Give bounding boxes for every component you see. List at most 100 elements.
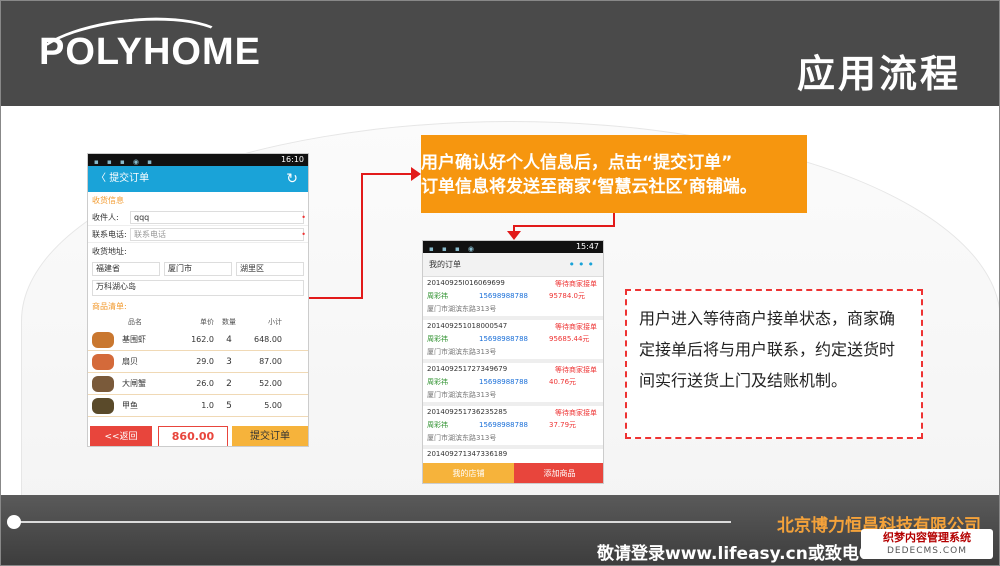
callout-line-1: 用户确认好个人信息后，点击“提交订单” — [421, 153, 733, 173]
slide-title: 应用流程 — [796, 52, 961, 96]
bottom-tabs: 我的店铺 添加商品 — [423, 463, 603, 483]
turtle-image — [92, 397, 114, 414]
nav-bar: 我的订单 ••• — [423, 253, 603, 277]
order-address: 厦门市湖滨东路313号 — [427, 305, 497, 313]
logo: POLYHOME — [39, 31, 261, 73]
receiver-input[interactable]: qqq — [130, 210, 304, 224]
watermark-line-1: 织梦内容管理系统 — [883, 531, 971, 544]
product-name: 大闸蟹 — [122, 379, 146, 388]
product-row[interactable]: 扇贝 29.0 3 87.00 — [88, 351, 308, 373]
product-qty: 4 — [226, 334, 232, 345]
address-label: 收货地址: — [92, 247, 127, 256]
address-label-row: 收货地址: — [88, 243, 308, 260]
instruction-callout: 用户确认好个人信息后，点击“提交订单” 订单信息将发送至商家‘智慧云社区’商铺端… — [421, 135, 807, 213]
product-price: 1.0 — [201, 401, 214, 410]
required-mark: • — [301, 212, 306, 222]
more-dots-icon[interactable]: ••• — [569, 253, 597, 277]
product-row[interactable]: 基围虾 162.0 4 648.00 — [88, 329, 308, 351]
customer-name: 周彩祎 — [427, 292, 448, 300]
customer-name: 周彩祎 — [427, 335, 448, 343]
product-subtotal: 5.00 — [264, 401, 282, 410]
refresh-icon[interactable]: ↻ — [286, 166, 298, 192]
back-button[interactable]: <<返回 — [90, 426, 152, 446]
product-name: 甲鱼 — [122, 401, 138, 410]
order-address: 厦门市湖滨东路313号 — [427, 434, 497, 442]
product-price: 29.0 — [196, 357, 214, 366]
order-amount: 95784.0元 — [549, 292, 585, 300]
receiver-label: 收件人: — [92, 212, 119, 222]
order-item[interactable]: 20140925I016069699 等待商家接单 周彩祎 1569898878… — [423, 277, 603, 320]
total-amount: 860.00 — [158, 426, 228, 446]
nav-title: 提交订单 — [109, 173, 150, 184]
arrow-segment — [309, 297, 363, 299]
province-select[interactable]: 福建省 — [92, 262, 160, 276]
col-subtotal: 小计 — [268, 318, 282, 326]
submit-order-button[interactable]: 提交订单 — [232, 426, 308, 446]
arrow-segment — [361, 173, 363, 299]
receiver-row: 收件人: qqq • — [88, 209, 308, 226]
product-subtotal: 87.00 — [259, 357, 282, 366]
scallop-image — [92, 353, 114, 370]
phone-input[interactable]: 联系电话 — [130, 227, 304, 241]
status-bar: ▪ ▪ ▪ ◉ 15:47 — [423, 241, 603, 253]
tab-my-store[interactable]: 我的店铺 — [423, 463, 514, 483]
customer-phone[interactable]: 15698988788 — [479, 378, 549, 386]
detail-address-input[interactable]: 万科湖心岛 — [92, 280, 304, 296]
submit-order-screen: ▪ ▪ ▪ ◉ ▪ 16:10 〈 提交订单 ↻ 收货信息 收件人: qqq •… — [87, 153, 309, 447]
arrow-segment — [361, 173, 413, 175]
callout-line-2: 订单信息将发送至商家‘智慧云社区’商铺端。 — [421, 177, 757, 197]
arrow-head-icon — [507, 231, 521, 240]
status-time: 15:47 — [575, 242, 599, 251]
order-status: 等待商家接单 — [555, 366, 597, 374]
order-item[interactable]: 201409251727349679 等待商家接单 周彩祎 1569898878… — [423, 363, 603, 406]
col-qty: 数量 — [222, 318, 236, 326]
col-price: 单价 — [200, 318, 214, 326]
my-orders-screen: ▪ ▪ ▪ ◉ 15:47 我的订单 ••• 20140925I01606969… — [422, 240, 604, 484]
product-qty: 5 — [226, 400, 232, 411]
order-amount: 95685.44元 — [549, 335, 590, 343]
arrow-segment — [513, 225, 615, 227]
status-bar: ▪ ▪ ▪ ◉ ▪ 16:10 — [88, 154, 308, 166]
customer-phone[interactable]: 15698988788 — [479, 421, 549, 429]
product-name: 扇贝 — [122, 357, 138, 366]
order-address: 厦门市湖滨东路313号 — [427, 391, 497, 399]
product-name: 基围虾 — [122, 335, 146, 344]
bottom-bar: <<返回 860.00 提交订单 — [88, 426, 308, 446]
phone-row: 联系电话: 联系电话 • — [88, 226, 308, 243]
col-name: 品名 — [128, 318, 142, 326]
shrimp-image — [92, 331, 114, 348]
product-price: 26.0 — [196, 379, 214, 388]
order-status: 等待商家接单 — [555, 280, 597, 288]
district-select[interactable]: 湖里区 — [236, 262, 304, 276]
products-section-title: 商品清单: — [92, 302, 127, 311]
product-row[interactable]: 大闸蟹 26.0 2 52.00 — [88, 373, 308, 395]
customer-name: 周彩祎 — [427, 421, 448, 429]
back-chevron-icon[interactable]: 〈 — [96, 173, 109, 184]
product-subtotal: 648.00 — [254, 335, 282, 344]
process-note: 用户进入等待商户接单状态，商家确定接单后将与用户联系，约定送货时间实行送货上门及… — [625, 289, 923, 439]
footer-dot — [7, 515, 21, 529]
order-item[interactable]: 201409251736235285 等待商家接单 周彩祎 1569898878… — [423, 406, 603, 449]
order-item[interactable]: 201409251018000547 等待商家接单 周彩祎 1569898878… — [423, 320, 603, 363]
detail-address-row: 万科湖心岛 — [88, 278, 308, 298]
tab-add-product[interactable]: 添加商品 — [514, 463, 603, 483]
order-status: 等待商家接单 — [555, 323, 597, 331]
status-time: 16:10 — [280, 155, 304, 164]
required-mark: • — [301, 229, 306, 239]
products-header: 品名 单价 数量 小计 — [88, 315, 308, 329]
city-select[interactable]: 厦门市 — [164, 262, 232, 276]
product-qty: 3 — [226, 356, 232, 367]
customer-phone[interactable]: 15698988788 — [479, 335, 549, 343]
slide: POLYHOME 应用流程 ▪ ▪ ▪ ◉ ▪ 16:10 〈 提交订单 ↻ 收… — [0, 0, 1000, 566]
order-status: 等待商家接单 — [555, 409, 597, 417]
customer-phone[interactable]: 15698988788 — [479, 292, 549, 300]
nav-bar: 〈 提交订单 ↻ — [88, 166, 308, 192]
order-address: 厦门市湖滨东路313号 — [427, 348, 497, 356]
watermark-line-2: DEDECMS.COM — [887, 546, 967, 556]
product-qty: 2 — [226, 378, 232, 389]
product-row[interactable]: 甲鱼 1.0 5 5.00 — [88, 395, 308, 417]
footer-divider — [15, 521, 731, 523]
nav-title: 我的订单 — [429, 260, 461, 269]
order-number[interactable]: 201409271347336189 — [423, 449, 603, 459]
phone-label: 联系电话: — [92, 229, 127, 239]
